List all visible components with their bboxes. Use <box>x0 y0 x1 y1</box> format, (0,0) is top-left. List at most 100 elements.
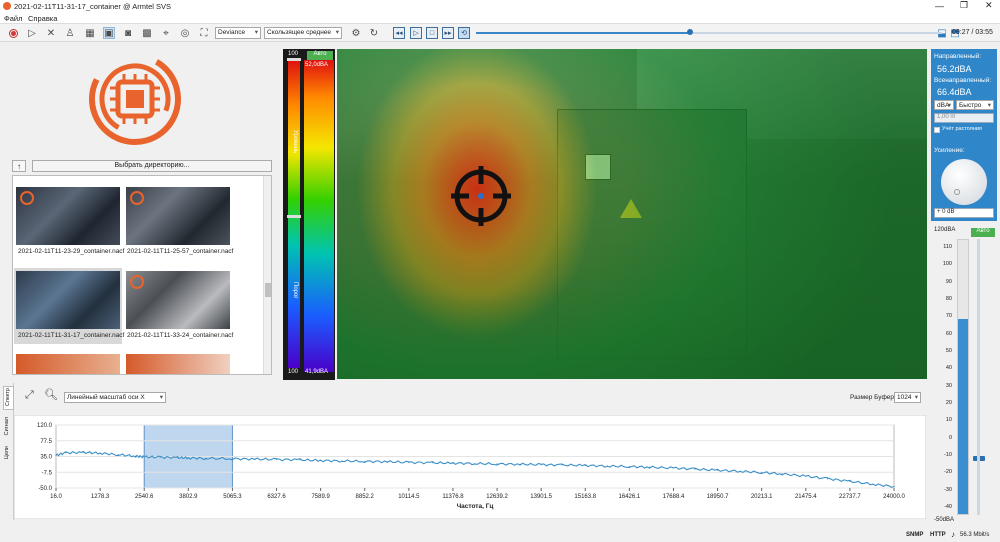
average-select[interactable]: Скользящее среднее <box>264 27 342 39</box>
meter-fill <box>958 319 968 514</box>
omni-value: 66.4dBA <box>937 87 972 97</box>
spectrum-point <box>143 456 145 458</box>
forward-icon[interactable]: ▸▸ <box>442 27 454 39</box>
meter-tick-label: -30 <box>944 486 952 493</box>
loop-icon[interactable]: ⟲ <box>458 27 470 39</box>
microphone-icon[interactable]: ♙ <box>64 27 76 39</box>
meter-tick-label: 100 <box>942 261 952 268</box>
maximize-icon[interactable]: ❐ <box>960 0 968 11</box>
spectrum-point <box>648 466 651 468</box>
spectrum-point <box>540 464 542 466</box>
menu-help[interactable]: Справка <box>28 14 57 23</box>
crosshair-icon[interactable] <box>449 164 513 228</box>
spectrum-point <box>231 458 234 460</box>
x-tick-label: 21475.4 <box>795 494 817 500</box>
threshold-slider-handle[interactable] <box>287 215 301 218</box>
file-thumbnail[interactable] <box>16 187 120 245</box>
colorbar-bottom-scale: 100 <box>288 369 299 375</box>
close-icon[interactable]: ✕ <box>985 0 993 11</box>
scrollbar-thumb[interactable] <box>265 283 271 297</box>
level-meter <box>957 239 969 515</box>
overlay-icon[interactable]: ◙ <box>122 27 134 39</box>
buffer-size-select[interactable]: 1024 <box>894 392 921 403</box>
x-tick-label: 22737.7 <box>839 494 861 500</box>
stop-icon[interactable]: □ <box>426 27 438 39</box>
record-icon[interactable] <box>7 27 19 39</box>
meter-tick-label: 30 <box>945 382 952 389</box>
meter-tick-label: 110 <box>943 244 952 250</box>
x-tick-label: 11376.8 <box>442 494 464 500</box>
distance-checkbox[interactable] <box>934 127 940 133</box>
window-title: 2021-02-11T11-31-17_container @ Armtel S… <box>14 2 172 11</box>
y-tick-label: 35.0 <box>40 455 52 461</box>
array-icon[interactable]: ▦ <box>84 27 96 39</box>
file-thumbnail[interactable] <box>16 354 120 374</box>
spectrum-point <box>205 457 207 459</box>
meter-tick-label: 60 <box>945 330 952 337</box>
x-tick-label: 5065.3 <box>223 494 242 500</box>
minimize-icon[interactable]: — <box>935 1 944 11</box>
logo-icon <box>20 191 34 205</box>
target-icon[interactable]: ◎ <box>179 27 191 39</box>
meter-slider-track[interactable] <box>977 239 980 515</box>
file-thumbnail-selected[interactable] <box>16 271 120 329</box>
snmp-status: SNMP <box>906 532 924 538</box>
unit-select[interactable]: dBA <box>934 100 954 110</box>
frame-icon[interactable]: ⛶ <box>198 27 210 39</box>
x-tick-label: 17688.4 <box>663 494 685 500</box>
play-icon[interactable]: ▷ <box>26 27 38 39</box>
location-icon[interactable]: ⌖ <box>160 27 172 39</box>
x-tick-label: 15163.8 <box>574 494 596 500</box>
tab-spectrum[interactable]: Спектр <box>3 386 14 410</box>
settings-icon[interactable]: ⚙ <box>350 27 362 39</box>
tab-signal[interactable]: Сигнал <box>3 416 14 438</box>
meter-tick-label: 90 <box>945 278 952 285</box>
spectrum-point <box>187 457 189 459</box>
search-icon[interactable]: 🔍︎ <box>44 388 58 401</box>
file-thumbnail[interactable] <box>126 187 230 245</box>
meter-auto-button[interactable]: Авто <box>971 228 995 237</box>
axis-scale-select[interactable]: Линейный масштаб оси X <box>64 392 166 403</box>
file-thumbnail[interactable] <box>126 271 230 329</box>
menu-file[interactable]: Файл <box>4 14 22 23</box>
file-name[interactable]: 2021-02-11T11-25-57_container.nacf <box>127 248 233 255</box>
x-tick-label: 2540.6 <box>135 494 154 500</box>
colorbar-auto-button[interactable]: Авто <box>307 51 333 60</box>
gain-field[interactable]: + 0 dB <box>934 208 994 218</box>
directed-label: Направленный: <box>934 53 982 60</box>
refresh-icon[interactable]: ↻ <box>368 27 380 39</box>
zoom-fit-icon[interactable]: ⤢ <box>25 389 34 402</box>
tools-icon[interactable]: ✕ <box>45 27 57 39</box>
file-list-scrollbar[interactable] <box>263 176 271 374</box>
camera-view[interactable] <box>337 49 927 379</box>
level-gradient-bar[interactable] <box>288 60 300 368</box>
mode-select[interactable]: Deviance <box>215 27 261 39</box>
status-bar: SNMP HTTP ♪ 56.3 Mbit/s <box>0 526 1000 542</box>
meter-tick-label: 40 <box>945 365 952 372</box>
tab-targets[interactable]: Цели <box>3 445 14 465</box>
file-name[interactable]: 2021-02-11T11-31-17_container.nacf <box>18 332 124 339</box>
directed-value: 56.2dBA <box>937 64 972 74</box>
spectrum-point <box>386 461 388 463</box>
camera-icon[interactable]: ▣ <box>103 27 115 39</box>
play-pause-icon[interactable]: ▷ <box>410 27 422 39</box>
level-slider-handle[interactable] <box>287 58 301 61</box>
file-name[interactable]: 2021-02-11T11-33-24_container.nacf <box>127 332 233 339</box>
file-name[interactable]: 2021-02-11T11-23-29_container.nacf <box>18 248 124 255</box>
meter-top-label: 120dBA <box>934 227 956 233</box>
file-thumbnail[interactable] <box>126 354 230 374</box>
file-list[interactable]: 2021-02-11T11-23-29_container.nacf 2021-… <box>12 175 272 375</box>
spectrum-chart[interactable]: 120.0 77.5 35.0 -7.5 -50.0 16.0 1278.3 2540.6 38… <box>14 415 926 519</box>
speed-select[interactable]: Быстро <box>956 100 994 110</box>
gain-knob[interactable] <box>941 159 987 205</box>
distance-field[interactable]: 1,00 m <box>934 113 994 123</box>
spectrum-point <box>341 460 343 462</box>
up-directory-button[interactable]: ↑ <box>12 160 26 172</box>
level-label: Уровень <box>292 130 298 154</box>
meter-tick-label: 20 <box>945 400 952 406</box>
spectrum-point <box>474 462 476 465</box>
grid-icon[interactable]: ▩ <box>141 27 153 39</box>
rewind-icon[interactable]: ◂◂ <box>393 27 405 39</box>
network-icon: ♪ <box>951 530 955 539</box>
choose-directory-button[interactable]: Выбрать директорию... <box>32 160 272 172</box>
